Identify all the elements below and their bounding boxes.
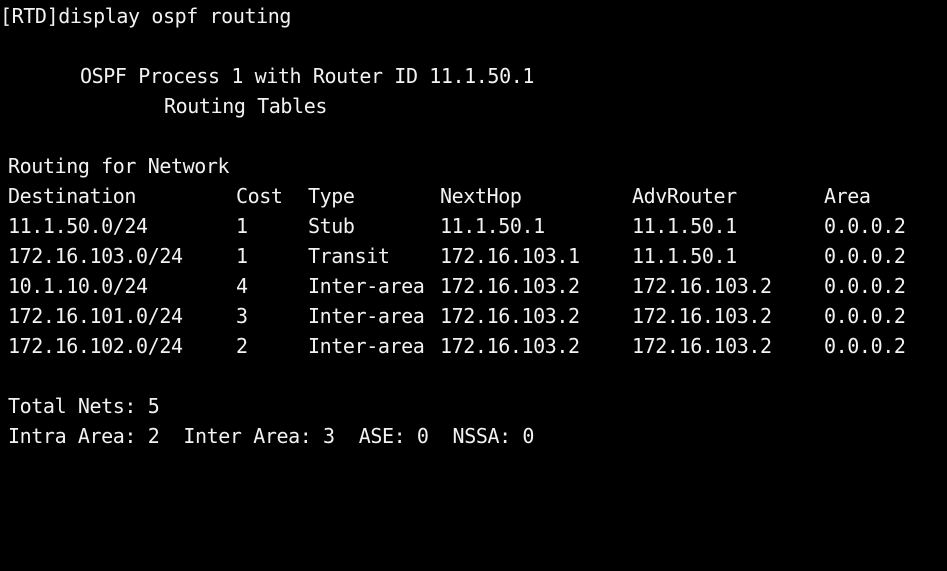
route-area: 0.0.0.2 <box>824 304 906 328</box>
route-area: 0.0.0.2 <box>824 214 906 238</box>
route-cost: 4 <box>236 274 248 298</box>
total-nets-line: Total Nets: 5 <box>8 394 160 418</box>
route-type: Inter-area <box>308 334 425 358</box>
route-nexthop: 11.1.50.1 <box>440 214 545 238</box>
table-row: 10.1.10.0/24 4 Inter-area 172.16.103.2 1… <box>0 271 947 301</box>
route-advrouter: 11.1.50.1 <box>632 214 737 238</box>
route-area: 0.0.0.2 <box>824 274 906 298</box>
column-header-destination: Destination <box>8 184 137 208</box>
route-nexthop: 172.16.103.2 <box>440 334 580 358</box>
inter-area-count: Inter Area: 3 <box>183 424 335 448</box>
table-row: 11.1.50.0/24 1 Stub 11.1.50.1 11.1.50.1 … <box>0 211 947 241</box>
route-destination: 172.16.102.0/24 <box>8 334 183 358</box>
nssa-count: NSSA: 0 <box>452 424 535 448</box>
table-row: 172.16.103.0/24 1 Transit 172.16.103.1 1… <box>0 241 947 271</box>
route-area: 0.0.0.2 <box>824 244 906 268</box>
route-cost: 1 <box>236 244 248 268</box>
route-advrouter: 172.16.103.2 <box>632 334 772 358</box>
column-header-nexthop: NextHop <box>440 184 522 208</box>
route-nexthop: 172.16.103.2 <box>440 304 580 328</box>
route-advrouter: 11.1.50.1 <box>632 244 737 268</box>
route-cost: 1 <box>236 214 248 238</box>
table-header: Destination Cost Type NextHop AdvRouter … <box>0 181 947 211</box>
ospf-process-line: OSPF Process 1 with Router ID 11.1.50.1 <box>80 64 534 88</box>
command-line: [RTD]display ospf routing <box>0 4 292 28</box>
route-destination: 10.1.10.0/24 <box>8 274 148 298</box>
route-nexthop: 172.16.103.2 <box>440 274 580 298</box>
column-header-cost: Cost <box>236 184 283 208</box>
area-summary-line: Intra Area: 2 Inter Area: 3 ASE: 0 NSSA: 0 <box>0 421 947 451</box>
table-row: 172.16.101.0/24 3 Inter-area 172.16.103.… <box>0 301 947 331</box>
route-destination: 172.16.103.0/24 <box>8 244 183 268</box>
routing-tables-line: Routing Tables <box>164 94 327 118</box>
route-cost: 3 <box>236 304 248 328</box>
route-type: Transit <box>308 244 390 268</box>
routing-section-title: Routing for Network <box>8 154 230 178</box>
route-type: Stub <box>308 214 355 238</box>
route-area: 0.0.0.2 <box>824 334 906 358</box>
column-header-area: Area <box>824 184 871 208</box>
route-nexthop: 172.16.103.1 <box>440 244 580 268</box>
column-header-advrouter: AdvRouter <box>632 184 737 208</box>
route-destination: 172.16.101.0/24 <box>8 304 183 328</box>
route-advrouter: 172.16.103.2 <box>632 304 772 328</box>
table-row: 172.16.102.0/24 2 Inter-area 172.16.103.… <box>0 331 947 361</box>
route-advrouter: 172.16.103.2 <box>632 274 772 298</box>
terminal-window[interactable]: [RTD]display ospf routing OSPF Process 1… <box>0 0 947 464</box>
route-type: Inter-area <box>308 274 425 298</box>
intra-area-count: Intra Area: 2 <box>8 424 160 448</box>
route-destination: 11.1.50.0/24 <box>8 214 148 238</box>
route-type: Inter-area <box>308 304 425 328</box>
ase-count: ASE: 0 <box>358 424 429 448</box>
column-header-type: Type <box>308 184 355 208</box>
route-cost: 2 <box>236 334 248 358</box>
